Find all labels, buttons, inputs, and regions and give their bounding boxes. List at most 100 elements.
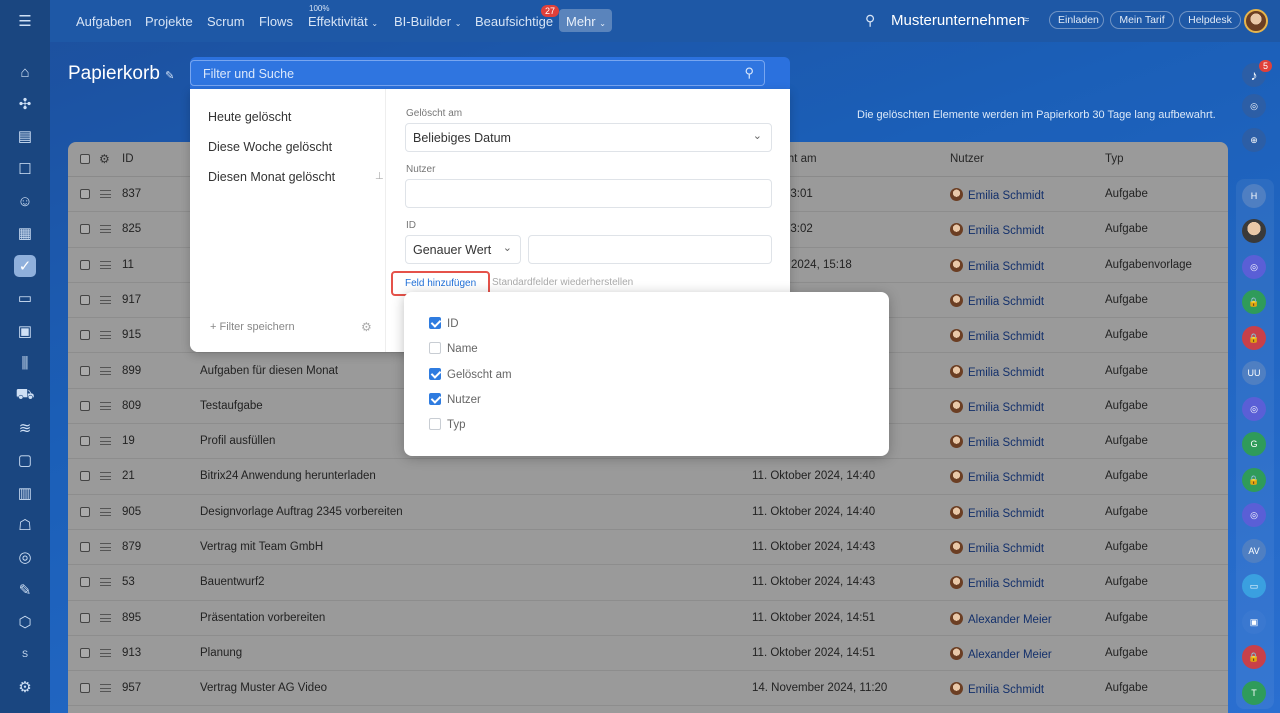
cell-user[interactable]: Emilia Schmidt (950, 399, 1044, 414)
table-row[interactable]: 879 Vertrag mit Team GmbH 11. Oktober 2024… (68, 530, 1228, 566)
row-checkbox[interactable] (80, 647, 90, 658)
row-checkbox[interactable] (80, 259, 90, 270)
card-icon[interactable]: ▢ (14, 449, 36, 471)
nav-effektivitaet[interactable]: Effektivität ⌄ (308, 14, 378, 29)
cell-user[interactable]: Emilia Schmidt (950, 329, 1044, 343)
cell-user[interactable]: Emilia Schmidt (950, 435, 1044, 449)
checkbox-checked[interactable] (429, 393, 441, 405)
drag-handle-icon[interactable] (100, 190, 111, 198)
chat-icon[interactable]: ◎ (1242, 255, 1266, 279)
cell-user[interactable]: Emilia Schmidt (950, 188, 1044, 202)
drag-handle-icon[interactable] (100, 437, 111, 446)
cell-user[interactable]: Emilia Schmidt (950, 223, 1044, 237)
cell-name[interactable]: Profil ausfüllen (200, 435, 275, 447)
checkbox-checked[interactable] (429, 368, 441, 380)
cell-user[interactable]: Emilia Schmidt (950, 470, 1044, 484)
preset-week[interactable]: Diese Woche gelöscht (208, 140, 332, 154)
nav-mehr[interactable]: Mehr ⌄ (559, 9, 612, 32)
chat-icon[interactable]: ◎ (1242, 397, 1266, 421)
settings-icon[interactable]: ⚙ (14, 676, 36, 698)
drag-handle-icon[interactable] (100, 684, 111, 693)
lock-icon[interactable]: 🔒 (1242, 326, 1266, 350)
table-row[interactable]: 905 Designvorlage Auftrag 2345 vorbereite… (68, 495, 1228, 530)
nav-aufgaben[interactable]: Aufgaben (76, 14, 132, 29)
row-checkbox[interactable] (80, 471, 90, 482)
table-row[interactable]: 913 Planung 11. Oktober 2024, 14:51 Alexand… (68, 636, 1228, 672)
drag-handle-icon[interactable] (100, 578, 111, 587)
gear-icon[interactable]: ⚙ (361, 320, 372, 334)
cell-name[interactable]: Testaufgabe (200, 400, 263, 412)
cell-name[interactable]: Designvorlage Auftrag 2345 vorbereiten (200, 506, 403, 518)
row-checkbox[interactable] (80, 365, 90, 376)
tariff-button[interactable]: Mein Tarif (1110, 11, 1174, 29)
drag-handle-icon[interactable] (100, 295, 111, 304)
cell-name[interactable]: Präsentation vorbereiten (200, 612, 325, 624)
cell-name[interactable]: Planung (200, 647, 242, 659)
row-checkbox[interactable] (80, 577, 90, 588)
robot-icon[interactable]: ☖ (14, 514, 36, 536)
nav-bi-builder[interactable]: BI-Builder ⌄ (394, 14, 461, 29)
search-input[interactable]: Filter und Suche ⚲ (190, 60, 765, 86)
id-value-field[interactable] (528, 235, 772, 264)
message-icon[interactable]: ▭ (1242, 574, 1266, 598)
id-mode-select[interactable]: Genauer Wert ⌄ (405, 235, 521, 264)
drag-handle-icon[interactable] (100, 543, 111, 551)
cell-name[interactable]: Bauentwurf2 (200, 576, 265, 588)
cell-user[interactable]: Emilia Schmidt (950, 258, 1044, 273)
row-checkbox[interactable] (80, 189, 90, 199)
home-icon[interactable]: ⌂ (14, 61, 36, 83)
cell-name[interactable]: Bitrix24 Anwendung herunterladen (200, 470, 376, 482)
chat-avatar-uu[interactable]: UU (1242, 361, 1266, 385)
cell-user[interactable]: Alexander Meier (950, 646, 1052, 661)
row-checkbox[interactable] (80, 294, 90, 305)
drag-handle-icon[interactable] (100, 613, 111, 622)
pin-icon[interactable]: ✎ (165, 70, 174, 82)
lock-icon[interactable]: 🔒 (1242, 468, 1266, 492)
select-all-checkbox[interactable] (80, 154, 90, 164)
drag-handle-icon[interactable] (100, 507, 111, 516)
nav-beaufsichtige[interactable]: Beaufsichtige (475, 14, 553, 29)
sync-icon[interactable]: ≈ (1023, 14, 1029, 26)
funnel-icon[interactable]: ≋ (14, 417, 36, 439)
row-checkbox[interactable] (80, 330, 90, 341)
column-id[interactable]: ID (122, 153, 134, 165)
checkbox-unchecked[interactable] (429, 418, 441, 430)
crm-icon[interactable]: ▭ (14, 287, 36, 309)
row-checkbox[interactable] (80, 683, 90, 694)
checkbox-checked[interactable] (429, 317, 441, 329)
helpdesk-button[interactable]: Helpdesk (1179, 11, 1241, 29)
chat-icon[interactable]: ◎ (1242, 503, 1266, 527)
lock-icon[interactable]: 🔒 (1242, 290, 1266, 314)
nav-scrum[interactable]: Scrum (207, 14, 245, 29)
row-checkbox[interactable] (80, 400, 90, 411)
drag-handle-icon[interactable] (100, 331, 111, 340)
chat-avatar[interactable] (1242, 219, 1266, 243)
avatar[interactable] (1244, 9, 1268, 33)
feed-icon[interactable]: ✣ (14, 93, 36, 115)
chat-icon[interactable]: ☐ (14, 158, 36, 180)
row-checkbox[interactable] (80, 612, 90, 623)
drag-handle-icon[interactable] (100, 472, 111, 481)
cell-name[interactable]: Vertrag Muster AG Video (200, 682, 327, 694)
restore-fields-link[interactable]: Standardfelder wiederherstellen (492, 277, 633, 288)
target-icon[interactable]: ◎ (14, 546, 36, 568)
people-icon[interactable]: ☺ (14, 190, 36, 212)
history-icon[interactable]: ◎ (1242, 94, 1266, 118)
row-checkbox[interactable] (80, 224, 90, 235)
calendar-icon[interactable]: ▥ (14, 482, 36, 504)
user-field[interactable] (405, 179, 772, 208)
pin-icon[interactable]: ⊥ (375, 171, 384, 182)
presentation-icon[interactable]: ▣ (14, 320, 36, 342)
table-row[interactable]: 21 Bitrix24 Anwendung herunterladen 11. Ok… (68, 459, 1228, 495)
contact-card-icon[interactable]: ▣ (1242, 610, 1266, 634)
notes-icon[interactable]: ✎ (14, 579, 36, 601)
shield-icon[interactable]: ⬡ (14, 611, 36, 633)
tasks-icon[interactable]: ✓ (14, 255, 36, 277)
cell-name[interactable]: Vertrag mit Team GmbH (200, 541, 323, 553)
cell-user[interactable]: Emilia Schmidt (950, 293, 1044, 308)
cell-user[interactable]: Alexander Meier (950, 611, 1052, 626)
cell-user[interactable]: Emilia Schmidt (950, 541, 1044, 555)
preset-month[interactable]: Diesen Monat gelöscht (208, 170, 335, 184)
search-icon[interactable]: ⚲ (744, 65, 754, 81)
analytics-icon[interactable]: ⫼ (14, 352, 36, 374)
